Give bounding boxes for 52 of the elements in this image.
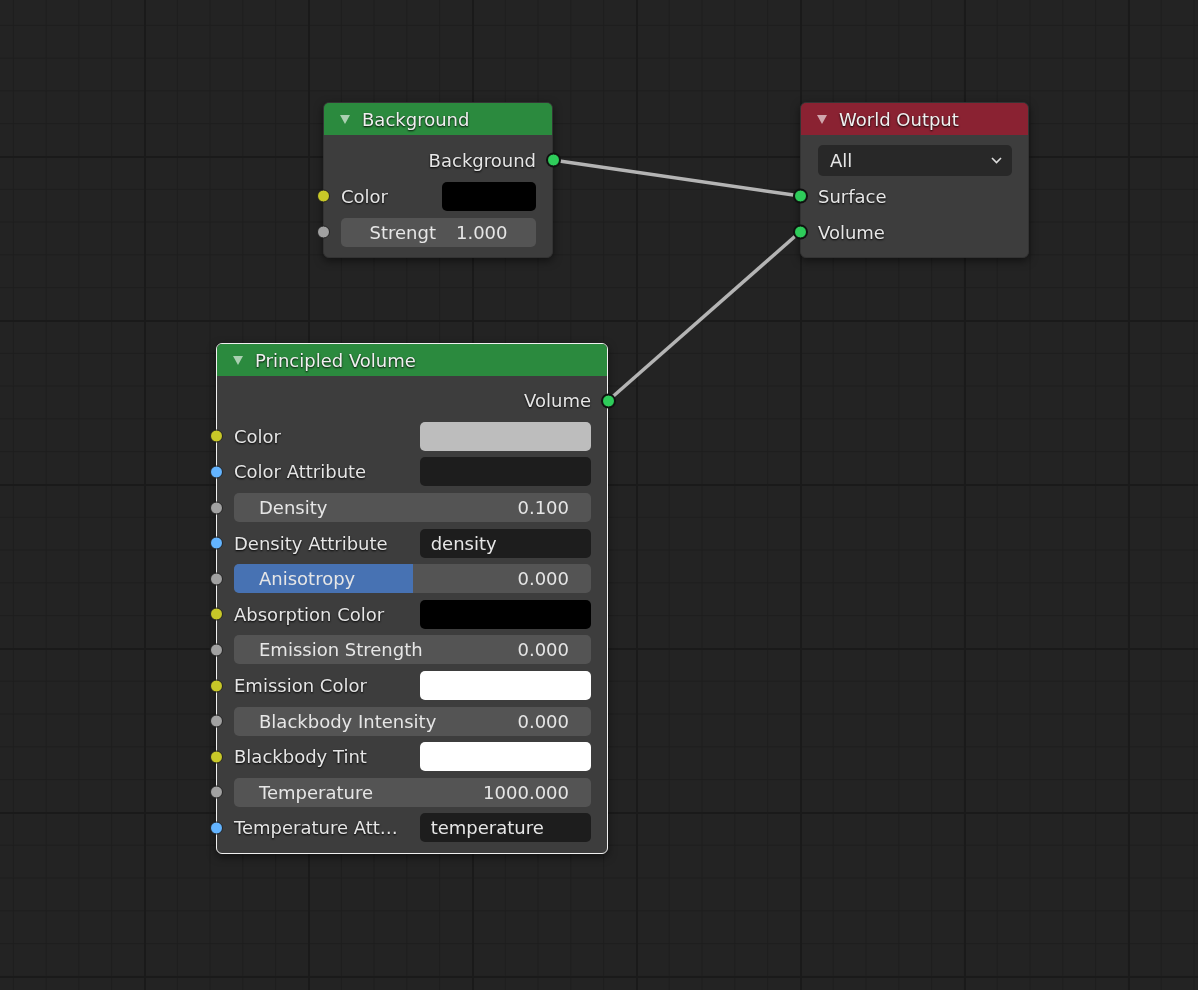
node-title: Principled Volume — [255, 348, 416, 373]
socket-label: Blackbody Tint — [234, 745, 368, 770]
disclosure-triangle-icon[interactable] — [817, 114, 827, 124]
socket-dot[interactable] — [209, 465, 223, 479]
socket-label: Absorption Color — [234, 602, 386, 627]
socket-label: Temperature Att… — [234, 816, 399, 841]
color-swatch[interactable] — [419, 421, 591, 451]
number-field[interactable]: Strengt 1.000 — [341, 217, 536, 247]
socket-dot[interactable] — [209, 572, 223, 586]
socket-label: Emission Color — [234, 674, 368, 699]
socket-dot[interactable] — [209, 536, 223, 550]
socket-dot[interactable] — [209, 501, 223, 515]
color-swatch[interactable] — [442, 181, 536, 211]
node-title: Background — [362, 107, 470, 132]
socket-dot[interactable] — [316, 225, 330, 239]
disclosure-triangle-icon[interactable] — [233, 355, 243, 365]
socket-dot[interactable] — [209, 785, 223, 799]
number-field[interactable]: Emission Strength 0.000 — [234, 635, 591, 665]
color-swatch[interactable] — [419, 599, 591, 629]
socket-label: Background — [428, 148, 536, 173]
socket-dot[interactable] — [793, 189, 807, 203]
socket-label: Volume — [818, 220, 886, 245]
socket-label: Color Attribute — [234, 460, 368, 485]
socket-dot[interactable] — [601, 394, 615, 408]
socket-dot[interactable] — [209, 714, 223, 728]
disclosure-triangle-icon[interactable] — [340, 114, 350, 124]
socket-dot[interactable] — [793, 225, 807, 239]
socket-dot[interactable] — [209, 750, 223, 764]
socket-dot[interactable] — [316, 189, 330, 203]
number-field[interactable]: Blackbody Intensity 0.000 — [234, 706, 591, 736]
socket-dot[interactable] — [209, 643, 223, 657]
socket-label: Color — [234, 424, 282, 449]
number-field[interactable]: Density 0.100 — [234, 493, 591, 523]
slider-field[interactable]: Anisotropy 0.000 — [234, 564, 591, 594]
socket-label: Density Attribute — [234, 531, 389, 556]
socket-dot[interactable] — [546, 153, 560, 167]
chevron-down-icon — [991, 156, 1002, 164]
socket-dot[interactable] — [209, 607, 223, 621]
socket-dot[interactable] — [209, 679, 223, 693]
text-field[interactable]: temperature — [419, 813, 591, 843]
color-swatch[interactable] — [419, 742, 591, 772]
color-swatch[interactable] — [419, 457, 591, 487]
dropdown-field[interactable]: All — [818, 144, 1012, 176]
socket-label: Volume — [524, 389, 591, 414]
socket-dot[interactable] — [209, 821, 223, 835]
text-field[interactable]: density — [419, 528, 591, 558]
socket-dot[interactable] — [209, 429, 223, 443]
color-swatch[interactable] — [419, 671, 591, 701]
socket-label: Color — [341, 184, 389, 209]
socket-label: Surface — [818, 184, 888, 209]
number-field[interactable]: Temperature 1000.000 — [234, 777, 591, 807]
node-title: World Output — [839, 107, 959, 132]
